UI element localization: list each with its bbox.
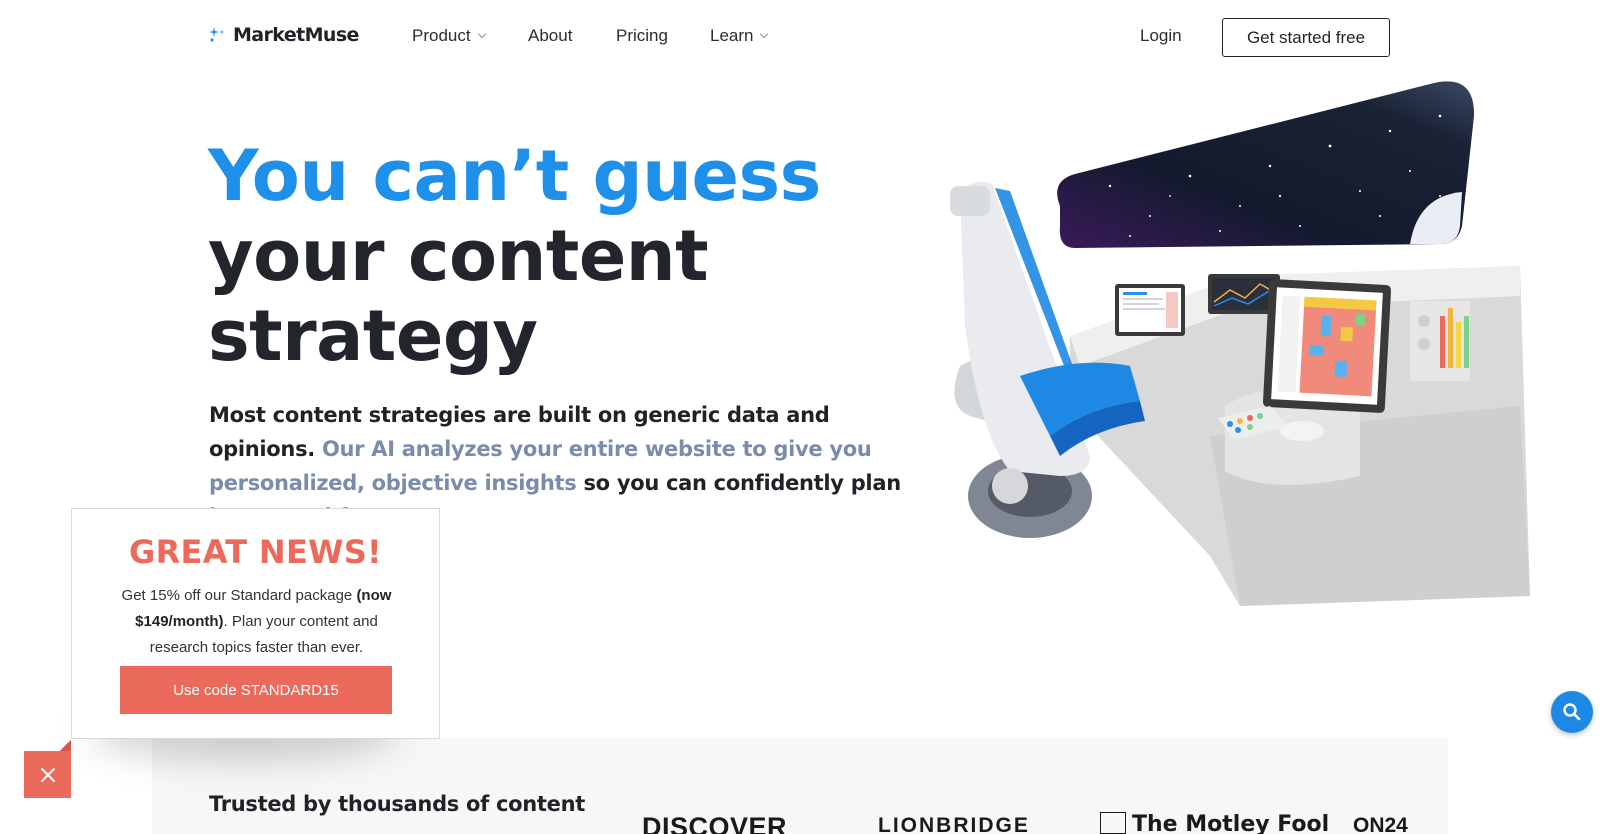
chevron-down-icon — [760, 29, 769, 39]
jester-icon — [1100, 812, 1126, 834]
nav-item-about[interactable]: About — [528, 26, 572, 46]
chevron-down-icon — [477, 29, 486, 39]
hero-title-line2: your content — [208, 215, 709, 297]
brand-logo-discover: DISCOVER — [642, 812, 788, 834]
promo-title: GREAT NEWS! — [129, 533, 382, 571]
logo-text: MarketMuse — [233, 24, 359, 46]
brand-logo-lionbridge: LIONBRIDGE — [878, 814, 1030, 834]
login-link[interactable]: Login — [1140, 26, 1182, 46]
search-icon — [1563, 703, 1581, 721]
nav-item-pricing[interactable]: Pricing — [616, 26, 668, 46]
nav-item-label: Product — [412, 26, 471, 45]
brand-logo-on24: ON24 — [1353, 814, 1408, 834]
monitor-left — [1115, 284, 1185, 336]
logo[interactable]: MarketMuse — [209, 24, 359, 46]
close-icon — [40, 767, 55, 782]
sparkle-icon — [209, 26, 227, 44]
brand-logo-motley-fool: The Motley Fool — [1100, 812, 1329, 834]
hero-title: You can’t guess your content strategy — [208, 136, 821, 376]
top-nav: MarketMuse Product About Pricing Learn L… — [0, 0, 1600, 74]
monitor-right — [1262, 279, 1392, 413]
promo-code-button[interactable]: Use code STANDARD15 — [120, 666, 392, 714]
get-started-button[interactable]: Get started free — [1222, 18, 1390, 57]
nav-item-label: About — [528, 26, 573, 45]
nav-item-learn[interactable]: Learn — [710, 26, 769, 46]
promo-body: Get 15% off our Standard package (now $1… — [108, 583, 405, 661]
promo-popup: GREAT NEWS! Get 15% off our Standard pac… — [71, 508, 440, 739]
side-gauges — [1410, 301, 1470, 381]
promo-body-part1: Get 15% off our Standard package — [121, 587, 357, 604]
hero-illustration — [940, 76, 1530, 611]
trusted-heading: Trusted by thousands of content — [209, 792, 585, 816]
nav-item-label: Pricing — [616, 26, 668, 45]
hero-title-line1: You can’t guess — [208, 135, 821, 217]
close-promo-button[interactable] — [24, 751, 71, 798]
hero-title-line3: strategy — [208, 295, 538, 377]
nav-item-product[interactable]: Product — [412, 26, 486, 46]
search-fab-button[interactable] — [1551, 691, 1593, 733]
nav-item-label: Learn — [710, 26, 754, 45]
brand-motley-fool-text: The Motley Fool — [1132, 812, 1330, 834]
